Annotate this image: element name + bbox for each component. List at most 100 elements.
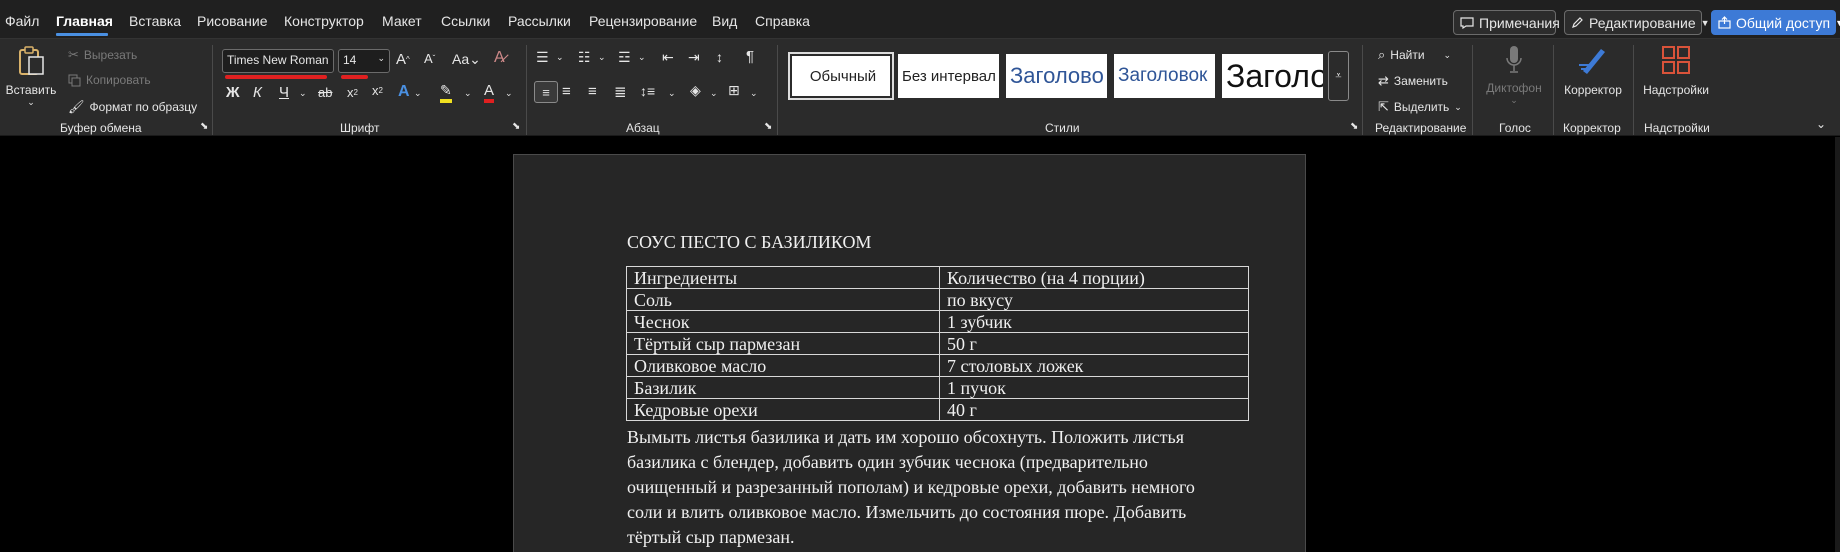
- share-button[interactable]: Общий доступ ▼: [1711, 10, 1840, 35]
- increase-indent-icon[interactable]: ⇥: [688, 49, 700, 66]
- chevron-down-icon[interactable]: ⌄: [710, 88, 718, 99]
- shrink-font-icon[interactable]: Aˇ: [424, 51, 435, 66]
- grow-font-icon[interactable]: A ^: [396, 51, 410, 68]
- menu-design[interactable]: Конструктор: [284, 13, 364, 29]
- dialog-launcher-icon[interactable]: ⬊: [512, 121, 520, 132]
- menu-draw[interactable]: Рисование: [197, 13, 268, 29]
- divider: [1633, 45, 1634, 135]
- chevron-down-icon[interactable]: ⌄: [638, 52, 646, 63]
- editor-button[interactable]: Корректор: [1560, 45, 1626, 97]
- chevron-down-icon[interactable]: ⌄: [556, 52, 564, 63]
- addins-grid-icon: [1662, 46, 1690, 74]
- dialog-launcher-icon[interactable]: ⬊: [200, 121, 208, 132]
- font-name-combo[interactable]: Times New Roman: [222, 49, 334, 73]
- styles-gallery-more[interactable]: ⩡: [1328, 51, 1349, 101]
- menu-review[interactable]: Рецензирование: [589, 13, 697, 29]
- comments-button[interactable]: Примечания: [1453, 10, 1560, 35]
- select-label: Выделить: [1393, 100, 1450, 114]
- dictate-button[interactable]: Диктофон ⌄: [1480, 45, 1548, 106]
- line-spacing-icon[interactable]: ↕≡: [640, 83, 655, 99]
- document-area: СОУС ПЕСТО С БАЗИЛИКОМ Ингредиенты Количе…: [0, 137, 1840, 552]
- menu-help[interactable]: Справка: [755, 13, 810, 29]
- voice-group-label: Голос: [1499, 121, 1531, 135]
- style-title[interactable]: Заголо: [1222, 54, 1323, 98]
- chevron-down-icon: ⌄: [1443, 49, 1452, 60]
- menu-home[interactable]: Главная: [56, 13, 113, 29]
- format-painter-button[interactable]: 🖌 Формат по образцу: [68, 99, 197, 115]
- highlight-icon[interactable]: ✎: [440, 82, 452, 103]
- style-heading-1-label: Заголово: [1010, 63, 1104, 88]
- style-no-spacing-label: Без интервал: [902, 67, 996, 85]
- italic-button[interactable]: К: [253, 84, 262, 101]
- strikethrough-button[interactable]: ab: [318, 85, 332, 100]
- find-button[interactable]: ⌕ Найти ⌄: [1378, 47, 1451, 63]
- superscript-icon[interactable]: x2: [372, 83, 383, 98]
- ingredients-table: Ингредиенты Количество (на 4 порции) Соль…: [626, 266, 1249, 421]
- font-name-value: Times New Roman: [227, 53, 329, 67]
- font-group-label: Шрифт: [340, 121, 380, 135]
- style-heading-2[interactable]: Заголовок: [1114, 54, 1215, 98]
- underline-button[interactable]: Ч: [279, 84, 289, 101]
- chevron-down-icon[interactable]: ⌄: [299, 88, 307, 99]
- multilevel-list-icon[interactable]: ☲: [618, 49, 631, 66]
- numbering-icon[interactable]: ☷: [578, 49, 591, 66]
- align-right-icon[interactable]: ≡: [588, 83, 597, 100]
- chevron-down-icon[interactable]: ⌄: [464, 88, 472, 99]
- style-no-spacing[interactable]: Без интервал: [898, 54, 999, 98]
- comment-icon: [1460, 16, 1474, 29]
- addins-button[interactable]: Надстройки: [1640, 45, 1712, 97]
- chevron-down-icon[interactable]: ⌄: [505, 88, 513, 99]
- table-cell: Соль: [626, 288, 940, 311]
- shading-icon[interactable]: ◈: [690, 82, 701, 99]
- chevron-down-icon[interactable]: ⌄: [750, 88, 758, 99]
- chevron-down-icon[interactable]: ⌄: [414, 88, 422, 99]
- document-page[interactable]: СОУС ПЕСТО С БАЗИЛИКОМ Ингредиенты Количе…: [513, 154, 1306, 552]
- menu-insert[interactable]: Вставка: [129, 13, 181, 29]
- cut-button[interactable]: ✂ Вырезать: [68, 47, 137, 63]
- table-cell: Базилик: [626, 376, 940, 399]
- style-normal[interactable]: Обычный: [788, 52, 894, 100]
- borders-icon[interactable]: ⊞: [728, 82, 740, 99]
- table-row: Соль по вкусу: [626, 288, 1249, 311]
- style-heading-1[interactable]: Заголово: [1006, 54, 1107, 98]
- text-effects-icon[interactable]: A: [398, 83, 410, 101]
- align-center-icon[interactable]: ≡: [562, 83, 571, 100]
- clear-formatting-icon[interactable]: A̷: [494, 49, 505, 67]
- vertical-scrollbar[interactable]: [1835, 137, 1840, 552]
- justify-icon[interactable]: ≣: [614, 83, 627, 101]
- select-button[interactable]: ⇱ Выделить ⌄: [1378, 99, 1462, 115]
- dialog-launcher-icon[interactable]: ⬊: [1350, 121, 1358, 132]
- subscript-icon[interactable]: x2: [347, 85, 358, 100]
- decrease-indent-icon[interactable]: ⇤: [662, 49, 674, 66]
- menu-mailings[interactable]: Рассылки: [508, 13, 571, 29]
- font-size-combo[interactable]: 14 ⌄: [338, 49, 390, 73]
- editing-mode-button[interactable]: Редактирование ▼: [1564, 10, 1710, 35]
- menu-bar: Файл Главная Вставка Рисование Конструкт…: [0, 0, 1840, 40]
- align-left-icon[interactable]: ≡: [534, 81, 558, 103]
- table-cell: 7 столовых ложек: [939, 354, 1249, 377]
- paste-button[interactable]: Вставить ⌄: [6, 45, 56, 108]
- menu-layout[interactable]: Макет: [382, 13, 422, 29]
- sort-icon[interactable]: ↕: [716, 49, 723, 65]
- divider: [777, 45, 778, 135]
- editor-label: Корректор: [1564, 83, 1622, 97]
- pilcrow-icon[interactable]: ¶: [746, 48, 754, 65]
- copy-button[interactable]: Копировать: [68, 73, 151, 87]
- table-cell: Ингредиенты: [626, 266, 940, 289]
- replace-button[interactable]: ⇄ Заменить: [1378, 73, 1448, 89]
- menu-references[interactable]: Ссылки: [441, 13, 490, 29]
- chevron-down-icon[interactable]: ⌄: [598, 52, 606, 63]
- font-color-icon[interactable]: A: [484, 82, 495, 103]
- menu-view[interactable]: Вид: [712, 13, 737, 29]
- bullets-icon[interactable]: ☰: [536, 49, 549, 66]
- chevron-down-icon[interactable]: ⌄: [668, 88, 676, 99]
- copy-icon: [68, 74, 81, 87]
- bold-button[interactable]: Ж: [226, 84, 240, 101]
- ribbon: Вставить ⌄ ✂ Вырезать Копировать 🖌 Форма…: [0, 38, 1840, 136]
- table-row: Ингредиенты Количество (на 4 порции): [626, 266, 1249, 289]
- collapse-ribbon-icon[interactable]: ⌄: [1816, 117, 1826, 131]
- menu-file[interactable]: Файл: [5, 13, 39, 29]
- dialog-launcher-icon[interactable]: ⬊: [764, 121, 772, 132]
- paragraph-group-label: Абзац: [626, 121, 660, 135]
- change-case-icon[interactable]: Aa⌄: [452, 51, 481, 68]
